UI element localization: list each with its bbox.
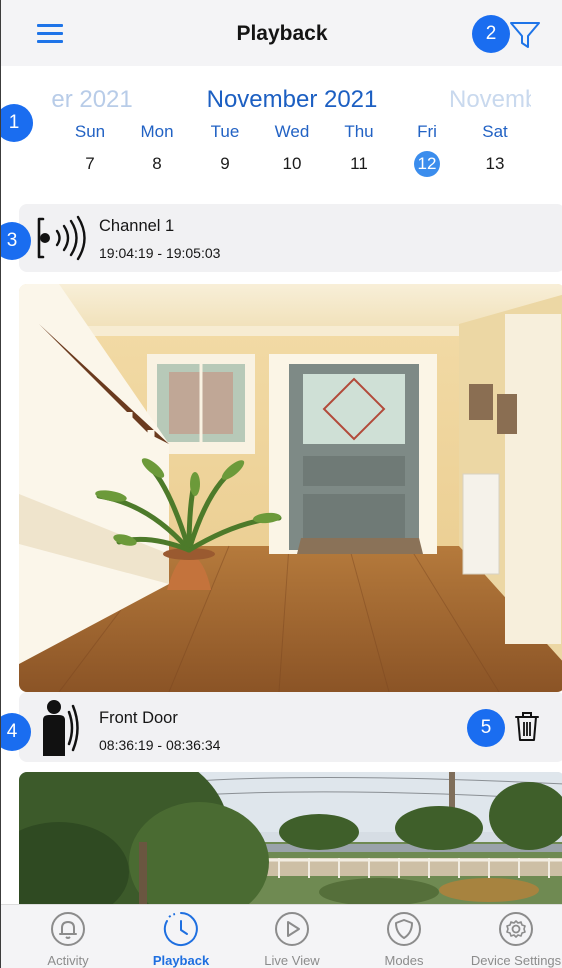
marker-5: 5	[467, 709, 505, 747]
nav-live-view[interactable]: Live View	[237, 911, 347, 968]
clock-history-icon	[163, 912, 198, 946]
day-name: Fri	[417, 122, 437, 141]
day-name: Tue	[210, 122, 240, 141]
event-thumbnail-hallway[interactable]	[19, 284, 562, 692]
nav-label: Live View	[264, 953, 320, 968]
day-number: 9	[220, 154, 230, 173]
nav-device-settings[interactable]: Device Settings	[461, 911, 562, 968]
day-fri[interactable]: Fri 12	[397, 120, 457, 177]
shield-icon	[387, 912, 421, 946]
nav-label: Device Settings	[470, 953, 562, 968]
hallway-image	[19, 284, 562, 692]
day-name: Sat	[482, 122, 508, 141]
day-tue[interactable]: Tue 9	[195, 120, 255, 177]
nav-label: Modes	[384, 953, 424, 968]
marker-2: 2	[472, 15, 510, 53]
playback-screen: Playback 2 ber 2021 November 2021 Novemb…	[0, 0, 562, 968]
marker-1: 1	[1, 104, 33, 142]
next-month[interactable]: Novemb	[449, 86, 531, 114]
play-circle-icon	[275, 912, 309, 946]
day-mon[interactable]: Mon 8	[127, 120, 187, 177]
day-name: Wed	[274, 122, 310, 141]
event-card-channel-1[interactable]: Channel 1 19:04:19 - 19:05:03	[19, 204, 562, 272]
day-sun[interactable]: Sun 7	[60, 120, 120, 177]
nav-playback[interactable]: Playback	[126, 911, 236, 968]
bell-icon	[51, 912, 85, 946]
day-wed[interactable]: Wed 10	[262, 120, 322, 177]
day-number: 10	[282, 154, 302, 173]
nav-label: Playback	[152, 953, 210, 968]
week-calendar: ber 2021 November 2021 Novemb Sun 7 Mon …	[1, 66, 562, 190]
front-yard-image	[19, 772, 562, 912]
event-time: 19:04:19 - 19:05:03	[99, 245, 221, 261]
event-title: Channel 1	[99, 217, 175, 235]
doorbell-ring-icon	[37, 215, 86, 261]
filter-icon[interactable]	[508, 18, 542, 52]
day-number: 7	[85, 154, 95, 173]
day-thu[interactable]: Thu 11	[329, 120, 389, 177]
day-name: Sun	[74, 122, 106, 141]
day-number: 13	[485, 154, 505, 173]
nav-modes[interactable]: Modes	[349, 911, 459, 968]
day-name: Mon	[140, 122, 174, 141]
event-title: Front Door	[99, 709, 178, 727]
nav-activity[interactable]: Activity	[13, 911, 123, 968]
day-number: 8	[152, 154, 162, 173]
event-thumbnail-front-yard[interactable]	[19, 772, 562, 912]
day-number: 11	[350, 154, 368, 173]
person-motion-icon	[43, 700, 79, 756]
gear-icon	[499, 912, 533, 946]
day-name: Thu	[344, 122, 374, 141]
day-sat[interactable]: Sat 13	[465, 120, 525, 177]
top-bar: Playback 2	[1, 0, 562, 66]
nav-label: Activity	[47, 953, 89, 968]
trash-icon[interactable]	[513, 710, 541, 742]
event-card-front-door[interactable]: Front Door 08:36:19 - 08:36:34 5	[19, 692, 562, 762]
bottom-navigation: Activity Playback Live View Modes Device…	[1, 904, 562, 968]
event-time: 08:36:19 - 08:36:34	[99, 737, 221, 753]
day-number-selected: 12	[414, 151, 440, 177]
